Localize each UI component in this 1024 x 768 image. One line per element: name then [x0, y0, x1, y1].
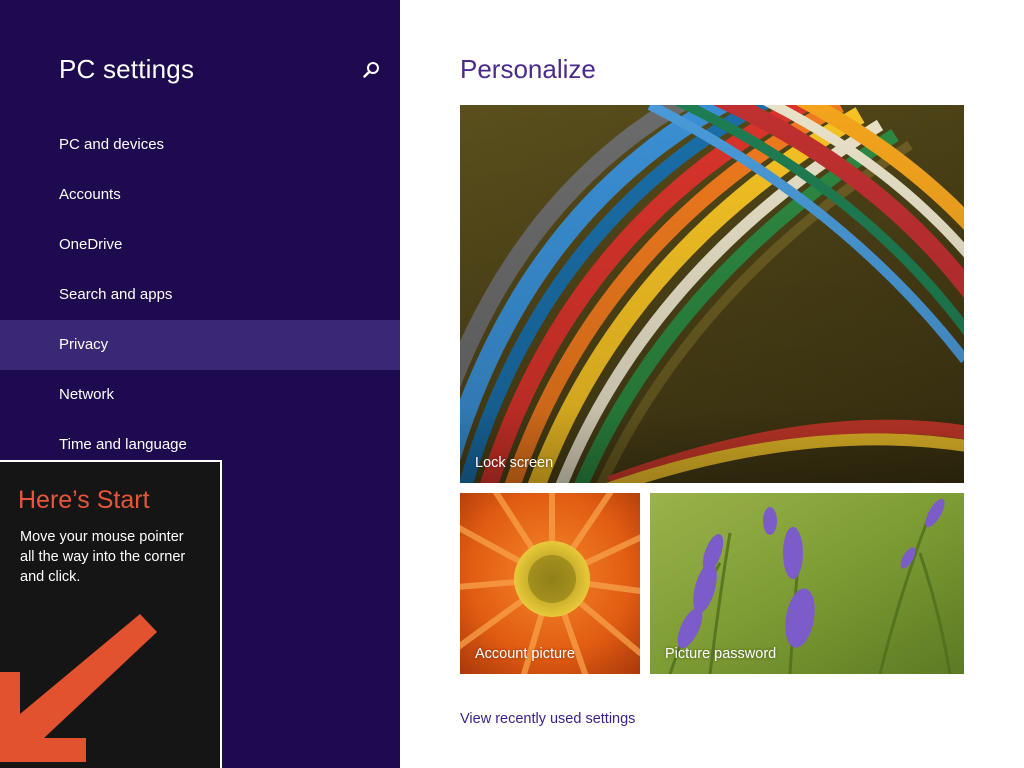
nav-item-label: OneDrive — [59, 236, 123, 253]
picture-password-tile[interactable]: Picture password — [650, 493, 964, 674]
search-icon — [363, 62, 379, 78]
lock-screen-tile[interactable]: Lock screen — [460, 105, 964, 483]
arrow-down-left-icon — [0, 614, 157, 762]
nav-item-label: Accounts — [59, 186, 121, 203]
nav-item-label: Privacy — [59, 336, 109, 353]
account-picture-tile[interactable]: Account picture — [460, 493, 640, 674]
nav-item-label: Search and apps — [59, 286, 173, 303]
nav-item-accounts[interactable]: Accounts — [0, 170, 400, 220]
picture-password-label: Picture password — [665, 646, 777, 662]
lock-screen-image — [460, 105, 964, 483]
start-tip-panel: Here’s Start Move your mouse pointer all… — [0, 460, 222, 768]
nav-item-network[interactable]: Network — [0, 370, 400, 420]
nav-item-label: Time and language — [59, 436, 187, 453]
nav-item-label: PC and devices — [59, 136, 165, 153]
view-recent-settings-link[interactable]: View recently used settings — [460, 711, 635, 727]
tip-title: Here’s Start — [18, 486, 150, 514]
lock-screen-label: Lock screen — [475, 455, 554, 471]
nav-item-search-and-apps[interactable]: Search and apps — [0, 270, 400, 320]
nav-title: PC settings — [59, 54, 195, 84]
account-picture-label: Account picture — [475, 646, 575, 662]
page-title: Personalize — [460, 54, 596, 84]
search-button[interactable] — [360, 60, 382, 82]
nav-item-label: Network — [59, 386, 115, 403]
nav-item-pc-and-devices[interactable]: PC and devices — [0, 120, 400, 170]
nav-item-onedrive[interactable]: OneDrive — [0, 220, 400, 270]
nav-item-privacy[interactable]: Privacy — [0, 320, 400, 370]
tip-body: Move your mouse pointer all the way into… — [20, 529, 186, 585]
